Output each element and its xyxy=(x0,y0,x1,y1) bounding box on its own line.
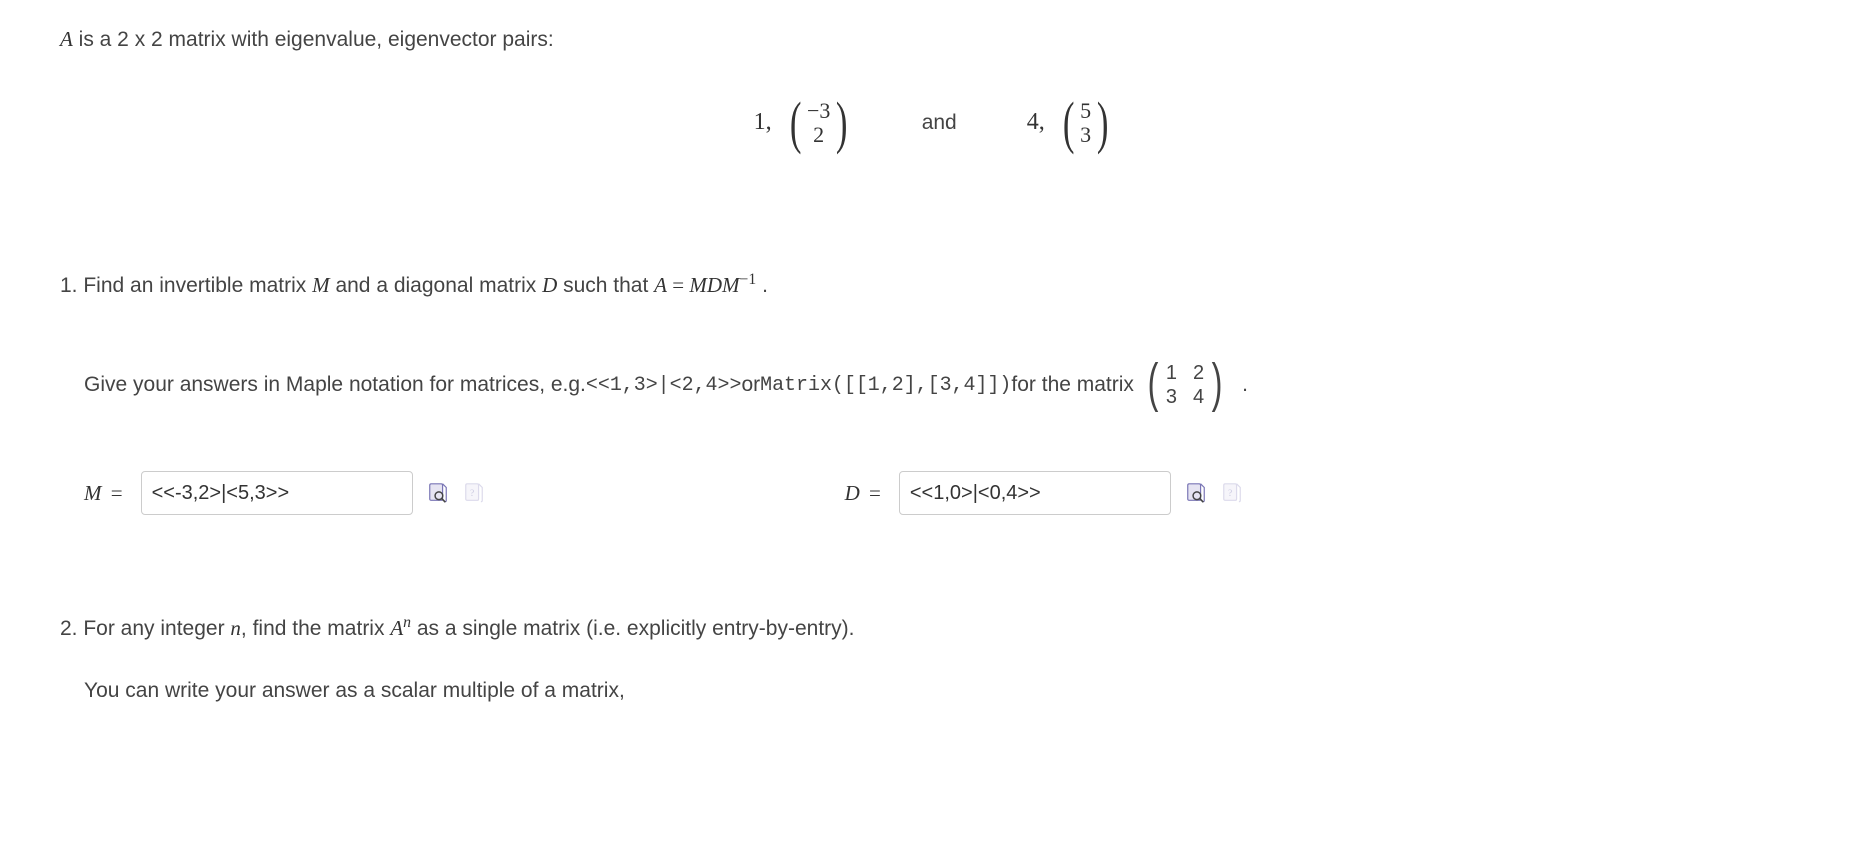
var-D2: D xyxy=(707,273,722,297)
q1-prefix: 1. Find an invertible matrix xyxy=(60,274,312,297)
q1-mid2: such that xyxy=(557,274,654,297)
eigen-pair-display: 1, ( −3 2 ) and 4, ( 5 3 ) xyxy=(60,98,1806,148)
answer-D: D = ? xyxy=(845,471,1243,515)
left-paren-icon: ( xyxy=(789,98,801,148)
eigen-pair-2: 4, ( 5 3 ) xyxy=(1027,98,1113,148)
eigenvalue-2: 4, xyxy=(1027,109,1045,136)
q1-mid1: and a diagonal matrix xyxy=(330,274,542,297)
instr-for: for the matrix xyxy=(1011,368,1134,402)
maple-code-1: <<1,3>|<2,4>> xyxy=(586,369,742,401)
help-icon[interactable]: ? xyxy=(1221,482,1243,504)
m21: 3 xyxy=(1166,387,1177,407)
intro-text: is a 2 x 2 matrix with eigenvalue, eigen… xyxy=(73,28,554,51)
vec2-bot: 3 xyxy=(1080,124,1091,146)
var-A3: A xyxy=(390,616,403,640)
preview-icon[interactable] xyxy=(1185,482,1207,504)
q1-dot: . xyxy=(756,274,768,297)
superscript-neg1: −1 xyxy=(739,271,756,288)
q2-tail: as a single matrix (i.e. explicitly entr… xyxy=(411,617,854,640)
q1-eq: = xyxy=(667,273,689,297)
intro-line: A is a 2 x 2 matrix with eigenvalue, eig… xyxy=(60,24,1806,56)
help-icon[interactable]: ? xyxy=(463,482,485,504)
var-M2: M xyxy=(689,273,707,297)
preview-icon[interactable] xyxy=(427,482,449,504)
q2-prefix: 2. For any integer xyxy=(60,617,230,640)
q2-statement: 2. For any integer n, find the matrix An… xyxy=(60,611,1806,645)
q1-statement: 1. Find an invertible matrix M and a dia… xyxy=(60,268,1806,302)
vec1-bot: 2 xyxy=(813,124,824,146)
maple-instruction: Give your answers in Maple notation for … xyxy=(84,361,1806,409)
example-matrix: ( 1 2 3 4 ) xyxy=(1144,361,1226,409)
vec1-top: −3 xyxy=(807,100,830,122)
q2-footnote: You can write your answer as a scalar mu… xyxy=(84,675,1806,707)
maple-code-2: Matrix([[1,2],[3,4]]) xyxy=(760,369,1011,401)
var-n: n xyxy=(230,616,241,640)
var-A: A xyxy=(60,27,73,51)
answer-M: M = ? xyxy=(84,471,485,515)
superscript-n: n xyxy=(403,614,411,631)
left-paren-icon: ( xyxy=(1063,98,1075,148)
right-paren-icon: ) xyxy=(1097,98,1109,148)
var-A2: A xyxy=(654,273,667,297)
instr-period: . xyxy=(1242,368,1248,402)
m22: 4 xyxy=(1193,387,1204,407)
var-M3: M xyxy=(722,273,740,297)
var-M: M xyxy=(312,273,330,297)
instr-or: or xyxy=(741,368,760,402)
m11: 1 xyxy=(1166,363,1177,383)
eigenvalue-1: 1, xyxy=(754,109,772,136)
right-paren-icon: ) xyxy=(1212,361,1223,409)
label-M: M = xyxy=(84,481,127,506)
eigenvector-1: ( −3 2 ) xyxy=(786,98,852,148)
input-D[interactable] xyxy=(899,471,1171,515)
svg-text:?: ? xyxy=(470,488,474,498)
vec2-top: 5 xyxy=(1080,100,1091,122)
right-paren-icon: ) xyxy=(836,98,848,148)
m12: 2 xyxy=(1193,363,1204,383)
left-paren-icon: ( xyxy=(1148,361,1159,409)
var-D: D xyxy=(542,273,557,297)
input-M[interactable] xyxy=(141,471,413,515)
instr-pre: Give your answers in Maple notation for … xyxy=(84,368,586,402)
answer-row: M = ? D = ? xyxy=(84,471,1806,515)
connector-and: and xyxy=(922,111,957,135)
eigen-pair-1: 1, ( −3 2 ) xyxy=(754,98,852,148)
eigenvector-2: ( 5 3 ) xyxy=(1059,98,1113,148)
q2-mid: , find the matrix xyxy=(241,617,390,640)
label-D: D = xyxy=(845,481,885,506)
svg-text:?: ? xyxy=(1228,488,1232,498)
